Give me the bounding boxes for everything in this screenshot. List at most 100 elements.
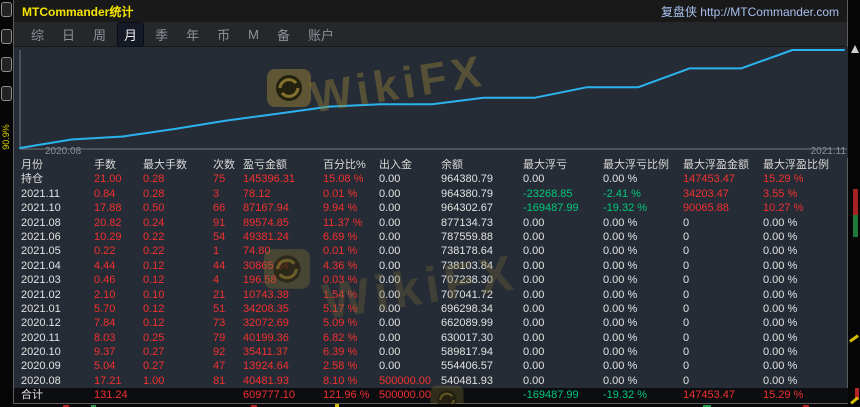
table-cell: 0.00 xyxy=(379,245,401,258)
table-cell: 0.00 % xyxy=(763,259,798,272)
table-cell: 738178.64 xyxy=(441,245,493,258)
table-cell: 964380.79 xyxy=(441,187,493,200)
table-row[interactable]: 2021.02 2.10 0.10 21 10743.38 1.54 % 0.00 70704… xyxy=(21,288,849,302)
menu-item-2[interactable]: 周 xyxy=(87,23,112,46)
table-cell: 0.01 % xyxy=(323,245,358,258)
title-bar[interactable]: MTCommander统计 复盘侠 http://MTCommander.com xyxy=(14,0,847,22)
table-cell: 35411.37 xyxy=(243,346,289,359)
column-header[interactable]: 最大手数 xyxy=(143,158,213,172)
table-cell: 0.12 xyxy=(143,302,165,315)
table-cell: 0.27 xyxy=(143,360,165,373)
table-row[interactable]: 2020.11 8.03 0.25 79 40199.36 6.82 % 0.00 63001… xyxy=(21,331,849,345)
table-cell: 78.12 xyxy=(243,187,271,200)
table-cell: 2021.01 xyxy=(21,302,61,315)
background-percent-label: 90.9% xyxy=(1,124,11,150)
brand-link[interactable]: 复盘侠 http://MTCommander.com xyxy=(661,3,839,20)
table-cell: -2.41 % xyxy=(603,187,641,200)
table-row[interactable]: 2021.06 10.29 0.22 54 49381.24 6.69 % 0.00 7875… xyxy=(21,230,849,244)
table-cell: 662089.99 xyxy=(441,317,493,330)
table-cell: 44 xyxy=(213,259,226,272)
menu-item-3[interactable]: 月 xyxy=(118,22,144,46)
table-cell: -169487.99 xyxy=(523,389,579,402)
menu-item-9[interactable]: 账户 xyxy=(302,23,340,46)
table-cell: 6.39 % xyxy=(323,346,358,359)
table-cell: 3 xyxy=(213,187,220,200)
table-cell: 0.00 xyxy=(523,245,545,258)
menu-item-0[interactable]: 综 xyxy=(25,23,50,46)
table-row[interactable]: 2021.03 0.46 0.12 4 196.58 0.03 % 0.00 707238.3… xyxy=(21,273,849,287)
table-cell: 2020.11 xyxy=(21,331,60,344)
column-header[interactable]: 月份 xyxy=(21,158,94,172)
menu-item-6[interactable]: 币 xyxy=(211,23,236,46)
background-toolbar-button[interactable] xyxy=(1,2,12,17)
background-toolbar-button[interactable] xyxy=(1,29,12,44)
table-cell xyxy=(213,388,243,402)
table-cell: 持仓 xyxy=(21,173,43,186)
table-cell: 0.00 % xyxy=(763,288,798,301)
table-cell: 0.00 xyxy=(379,331,401,344)
table-cell: 49381.24 xyxy=(243,230,289,243)
menu-item-5[interactable]: 年 xyxy=(180,23,205,46)
table-cell: 0.00 xyxy=(523,302,545,315)
table-cell: 0.22 xyxy=(94,245,116,258)
table-row[interactable]: 2021.10 17.88 0.50 66 87167.94 9.94 % 0.00 9643… xyxy=(21,201,849,215)
background-toolbar-button[interactable] xyxy=(1,86,12,101)
table-cell: -169487.99 xyxy=(523,202,579,215)
table-cell: 75 xyxy=(213,173,226,186)
scroll-up-arrow-icon[interactable] xyxy=(851,45,859,53)
table-cell: 0.00 % xyxy=(763,302,798,315)
table-cell: 2.10 xyxy=(94,288,116,301)
table-cell: 2020.08 xyxy=(21,374,61,387)
table-cell: 0.46 xyxy=(94,274,116,287)
table-cell: -19.32 % xyxy=(603,202,648,215)
table-cell: 0.00 xyxy=(379,317,401,330)
column-header[interactable]: 最大浮亏 xyxy=(523,158,603,172)
menu-item-7[interactable]: M xyxy=(242,25,265,44)
background-toolbar-button[interactable] xyxy=(1,57,12,72)
table-row[interactable]: 2021.04 4.44 0.12 44 30865.54 4.36 % 0.00 73810… xyxy=(21,259,849,273)
screen: 90.9% MTCommander统计 复盘侠 http://MTCommand… xyxy=(0,0,860,407)
table-cell: 0.00 xyxy=(379,259,401,272)
table-cell: 0.00 % xyxy=(603,216,638,229)
table-cell: 121.96 % xyxy=(323,389,370,402)
table-cell: 0.00 xyxy=(379,302,401,315)
table-cell: 5.70 xyxy=(94,302,116,315)
table-cell: 589817.94 xyxy=(441,346,493,359)
table-cell: 2.58 % xyxy=(323,360,358,373)
menu-item-8[interactable]: 备 xyxy=(271,23,296,46)
table-cell: 54 xyxy=(213,230,226,243)
menu-item-4[interactable]: 季 xyxy=(149,23,174,46)
table-cell: 0 xyxy=(683,302,690,315)
table-cell: 90065.88 xyxy=(683,202,729,215)
table-row[interactable]: 2020.10 9.37 0.27 92 35411.37 6.39 % 0.00 58981… xyxy=(21,345,849,359)
table-row[interactable]: 2020.09 5.04 0.27 47 13924.64 2.58 % 0.00 55440… xyxy=(21,359,849,373)
column-header[interactable]: 最大浮亏比例 xyxy=(603,158,683,172)
table-cell: 47 xyxy=(213,360,226,373)
table-row[interactable]: 2021.05 0.22 0.22 1 74.80 0.01 % 0.00 738178.64… xyxy=(21,244,849,258)
menu-bar: 综日周月季年币 M 备账户 xyxy=(14,22,847,47)
table-cell: 11.37 % xyxy=(323,216,363,229)
table-cell: 2021.06 xyxy=(21,230,61,243)
column-header[interactable]: 最大浮盈金额 xyxy=(683,158,763,172)
table-row[interactable]: 持仓 21.00 0.28 75 145396.31 15.08 % 0.00 964380.… xyxy=(21,172,849,186)
table-cell: 4.44 xyxy=(94,259,116,272)
table-row[interactable]: 2021.01 5.70 0.12 51 34208.35 5.17 % 0.00 69629… xyxy=(21,302,849,316)
table-cell: 5.09 % xyxy=(323,317,358,330)
table-row[interactable]: 2021.11 0.84 0.28 3 78.12 0.01 % 0.00 964380.79… xyxy=(21,187,849,201)
column-header[interactable]: 余额 xyxy=(441,158,523,172)
column-header[interactable]: 盈亏金额 xyxy=(243,158,323,172)
column-header[interactable]: 手数 xyxy=(94,158,143,172)
balance-chart-svg xyxy=(19,49,847,150)
menu-item-1[interactable]: 日 xyxy=(56,23,81,46)
table-cell: 131.24 xyxy=(94,389,128,402)
column-header[interactable]: 出入金 xyxy=(379,158,441,172)
column-header[interactable]: 百分比% xyxy=(323,158,379,172)
column-header[interactable]: 最大浮盈比例 xyxy=(763,158,845,172)
column-header[interactable]: 次数 xyxy=(213,158,243,172)
table-cell: 0.00 % xyxy=(603,173,638,186)
table-cell: 0.50 xyxy=(143,202,165,215)
table-cell: 0 xyxy=(683,374,690,387)
table-row[interactable]: 2021.08 20.82 0.24 91 89574.85 11.37 % 0.00 877… xyxy=(21,216,849,230)
table-cell: 0.00 % xyxy=(763,331,798,344)
table-row[interactable]: 2020.12 7.84 0.12 73 32072.69 5.09 % 0.00 66208… xyxy=(21,316,849,330)
